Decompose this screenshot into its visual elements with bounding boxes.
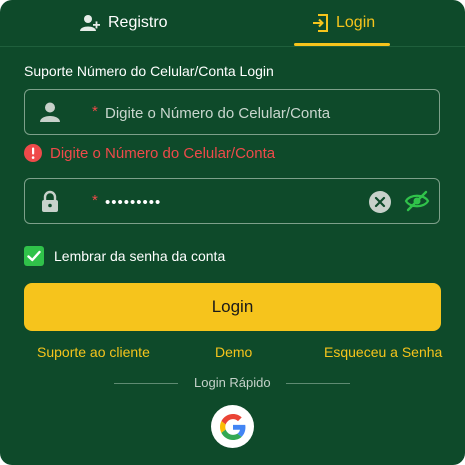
error-message: Digite o Número do Celular/Conta	[50, 144, 276, 162]
password-field[interactable]: *	[24, 178, 440, 225]
user-icon	[40, 102, 60, 122]
phone-required-marker: *	[92, 103, 98, 120]
tab-login-label: Login	[336, 14, 376, 31]
quick-login-label: Login Rápido	[194, 375, 271, 390]
error-icon	[24, 144, 42, 162]
check-icon	[27, 250, 41, 262]
remember-password[interactable]: Lembrar da senha da conta	[24, 246, 225, 266]
google-icon	[219, 413, 245, 440]
login-panel: Registro Login Suporte Número do Celular…	[0, 0, 465, 465]
quick-login-divider: Login Rápido	[114, 375, 350, 391]
eye-off-icon[interactable]	[404, 190, 430, 212]
password-input[interactable]	[103, 179, 367, 225]
phone-error: Digite o Número do Celular/Conta	[24, 144, 275, 162]
forgot-password-link[interactable]: Esqueceu a Senha	[324, 344, 442, 360]
auth-tabs: Registro Login	[0, 0, 465, 47]
active-tab-indicator	[294, 43, 390, 46]
tab-register[interactable]: Registro	[80, 0, 168, 46]
divider-line-right	[286, 383, 350, 384]
divider-line-left	[114, 383, 178, 384]
add-user-icon	[80, 15, 100, 31]
phone-input[interactable]	[103, 90, 367, 136]
login-button[interactable]: Login	[24, 283, 441, 331]
remember-checkbox[interactable]	[24, 246, 44, 266]
clear-icon[interactable]	[369, 191, 391, 213]
remember-label: Lembrar da senha da conta	[54, 248, 226, 264]
google-login-button[interactable]	[211, 405, 254, 448]
login-door-icon	[313, 14, 328, 32]
login-method-label: Suporte Número do Celular/Conta Login	[24, 63, 274, 79]
tab-register-label: Registro	[108, 14, 168, 31]
support-link[interactable]: Suporte ao cliente	[37, 344, 150, 360]
password-required-marker: *	[92, 192, 98, 209]
tab-login[interactable]: Login	[312, 0, 375, 46]
demo-link[interactable]: Demo	[215, 344, 252, 360]
phone-field[interactable]: *	[24, 89, 440, 136]
lock-icon	[42, 190, 58, 212]
